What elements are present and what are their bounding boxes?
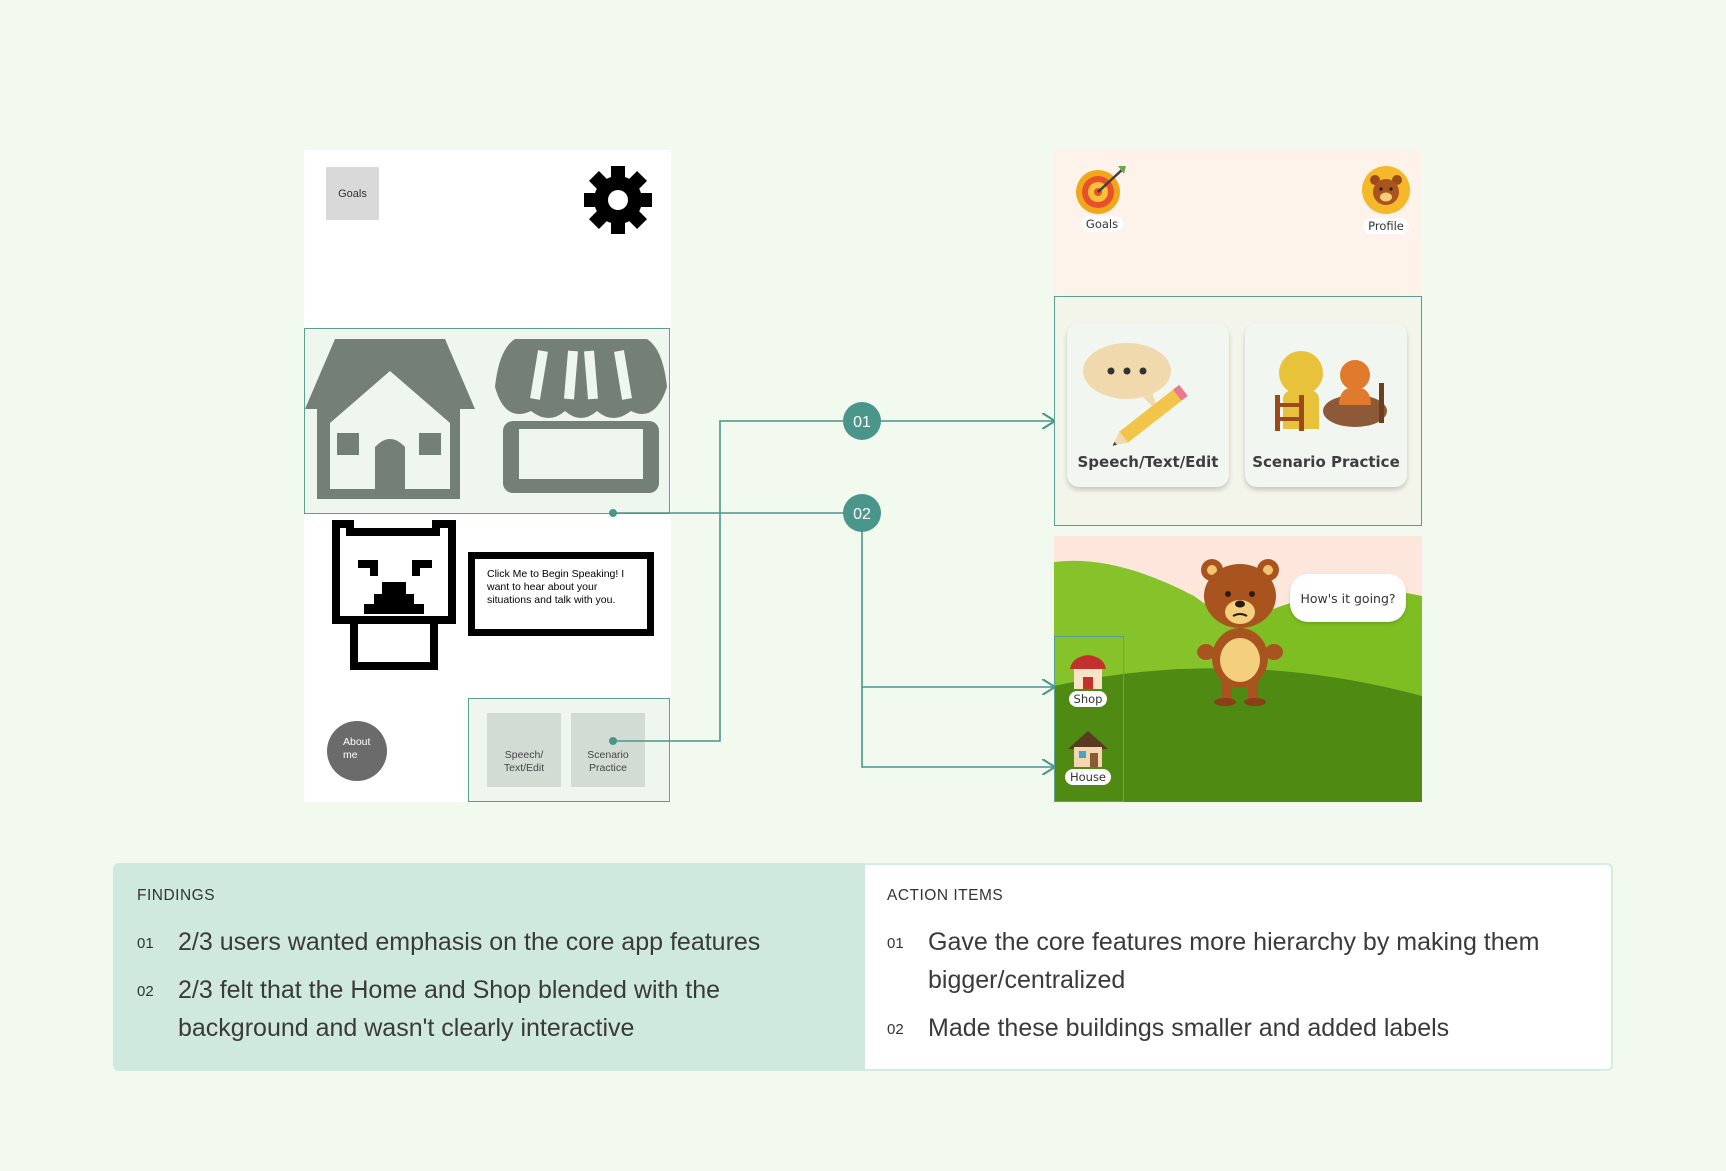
actions-item-1-text: Gave the core features more hierarchy by… xyxy=(928,928,1540,994)
scenario-practice-card[interactable]: Scenario Practice xyxy=(1245,323,1407,487)
shop-label: Shop xyxy=(1068,691,1108,707)
bear-character[interactable] xyxy=(1190,554,1294,706)
findings-item-2-text: 2/3 felt that the Home and Shop blended … xyxy=(178,976,721,1042)
connector-02-house xyxy=(861,687,1055,767)
bear-speech-bubble: How's it going? xyxy=(1290,574,1406,622)
scenario-people-icon xyxy=(1275,351,1387,431)
target-icon xyxy=(1076,166,1126,214)
hifi-header: Goals Profile xyxy=(1054,150,1422,296)
hifi-goals-button[interactable]: Goals xyxy=(1066,164,1138,233)
profile-bear-icon xyxy=(1362,166,1410,214)
house-label: House xyxy=(1064,769,1112,785)
connector-02-shop xyxy=(861,513,1055,687)
bear-speech-text: How's it going? xyxy=(1300,590,1396,606)
findings-panel: FINDINGS 01 2/3 users wanted emphasis on… xyxy=(113,863,865,1071)
house-building-icon xyxy=(1068,731,1108,767)
findings-heading: FINDINGS xyxy=(137,887,216,904)
hifi-profile-button[interactable]: Profile xyxy=(1354,164,1418,235)
marker-02-label: 02 xyxy=(853,506,871,523)
hifi-core-features-highlight: Speech/Text/Edit Scenario Practice xyxy=(1054,296,1422,526)
shop-building-icon xyxy=(1070,655,1106,689)
house-button[interactable]: House xyxy=(1059,729,1117,786)
action-items-panel: ACTION ITEMS 01 Gave the core features m… xyxy=(865,863,1613,1071)
connector-dot-02 xyxy=(609,509,617,517)
connector-dot-01 xyxy=(609,737,617,745)
actions-heading: ACTION ITEMS xyxy=(887,887,1004,904)
hifi-goals-label: Goals xyxy=(1080,216,1124,232)
marker-01-label: 01 xyxy=(853,414,871,431)
hifi-buildings-highlight: Shop House xyxy=(1054,636,1124,802)
actions-item-2-number: 02 xyxy=(887,1021,904,1038)
speech-text-edit-card[interactable]: Speech/Text/Edit xyxy=(1067,323,1229,487)
actions-item-2-text: Made these buildings smaller and added l… xyxy=(928,1014,1450,1042)
speech-pencil-icon xyxy=(1083,343,1188,446)
actions-item-1-number: 01 xyxy=(887,935,904,952)
scenario-practice-label: Scenario Practice xyxy=(1252,453,1400,471)
hifi-profile-label: Profile xyxy=(1363,218,1409,234)
shop-button[interactable]: Shop xyxy=(1059,651,1117,708)
hifi-home-scene: How's it going? Shop House xyxy=(1054,536,1422,802)
connector-01 xyxy=(613,421,1055,742)
speech-text-edit-label: Speech/Text/Edit xyxy=(1077,453,1219,471)
findings-item-2-number: 02 xyxy=(137,983,154,1000)
findings-item-1-number: 01 xyxy=(137,935,154,952)
findings-item-1-text: 2/3 users wanted emphasis on the core ap… xyxy=(178,928,761,956)
